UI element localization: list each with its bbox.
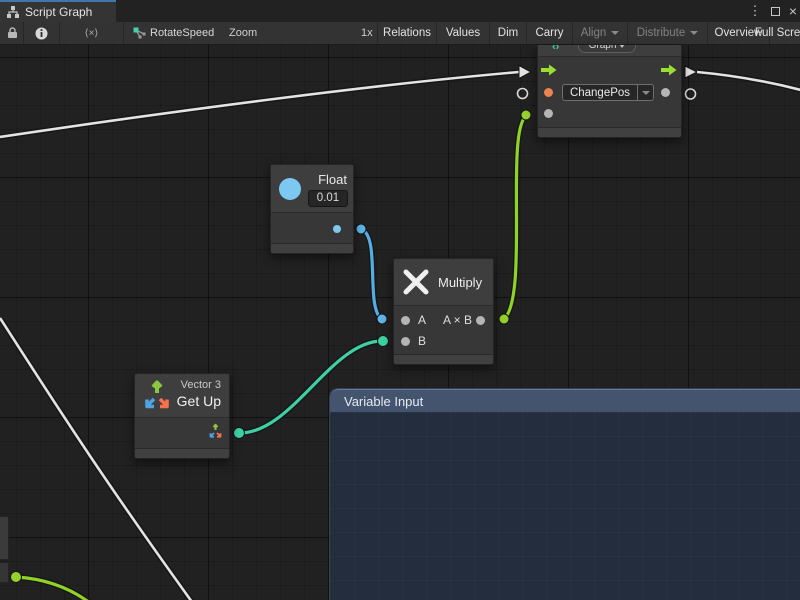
code-preview-icon[interactable]: ⟨×⟩ [60,22,123,44]
port-b[interactable] [401,337,410,346]
graph-breadcrumb-icon [130,22,148,44]
toolbar-button-distribute[interactable]: Distribute [627,22,707,44]
control-output-arrow[interactable] [661,64,677,76]
window-maximize-icon[interactable] [767,0,783,22]
port-a[interactable] [401,316,410,325]
port-a-label: A [418,313,426,327]
node-footer [538,127,681,137]
node-title: Get Up [177,393,221,409]
variable-input-panel[interactable]: Variable Input [330,389,800,600]
node-title: Float [318,172,347,187]
float-value-field[interactable]: 0.01 [308,190,348,207]
zoom-label: Zoom [229,22,257,44]
node-footer [394,354,493,364]
variable-kind-dropdown[interactable]: Graph [578,45,636,53]
toolbar-button-dim[interactable]: Dim [489,22,526,44]
value-output-port[interactable] [661,88,670,97]
port-result[interactable] [476,316,485,325]
window-menu-icon[interactable]: ⋮ [747,0,763,22]
graph-breadcrumb-label[interactable]: RotateSpeed [150,22,214,44]
control-input-arrow[interactable] [541,64,557,76]
graph-toolbar: ⟨×⟩ RotateSpeed Zoom 1x Relations Values… [0,22,800,45]
float-output-port[interactable] [333,225,341,233]
unity-visual-scripting-window: Script Graph ⋮ × ⟨×⟩ [0,0,800,600]
node-float-literal[interactable]: Float 0.01 [270,164,354,254]
value-input-port[interactable] [544,109,553,118]
panel-title: Variable Input [344,394,423,409]
script-graph-icon [6,5,20,19]
node-footer [135,448,229,458]
tab-bar: Script Graph ⋮ × [0,0,800,22]
chevron-down-icon [611,31,619,35]
chevron-down-icon [619,45,625,48]
node-footer [271,243,353,253]
toolbar-button-values[interactable]: Values [436,22,489,44]
node-set-variable[interactable]: ‹› Graph ChangePos [537,45,682,138]
toolbar-button-fullscreen[interactable]: Full Screen [769,22,800,44]
vector3-output-port[interactable] [207,423,224,440]
variable-kind-icon: ‹› [552,45,559,53]
node-multiply[interactable]: Multiply A A × B B [393,258,494,365]
toolbar-button-carry[interactable]: Carry [526,22,572,44]
variable-input-panel-body[interactable] [330,412,800,600]
lock-icon[interactable] [2,22,22,44]
variable-input-panel-header[interactable]: Variable Input [330,389,800,412]
window-close-icon[interactable]: × [785,0,800,22]
multiply-icon [402,268,430,296]
chevron-down-icon [642,91,650,95]
variable-name-dropdown[interactable]: ChangePos [562,84,654,101]
port-b-label: B [418,334,426,348]
node-vector3-get-up[interactable]: Vector 3 Get Up [134,373,230,459]
toolbar-button-relations[interactable]: Relations [377,22,436,44]
zoom-value: 1x [361,22,373,44]
chevron-down-icon [690,31,698,35]
variable-name-port[interactable] [544,88,553,97]
port-result-label: A × B [443,313,472,327]
tab-title: Script Graph [25,5,92,19]
node-title: Multiply [438,275,482,290]
float-type-icon [279,178,301,200]
vector3-icon [141,379,173,413]
toolbar-button-align[interactable]: Align [572,22,627,44]
tab-script-graph[interactable]: Script Graph [0,0,116,22]
info-icon[interactable] [24,22,59,44]
clipped-node-edge[interactable] [0,516,9,560]
node-type-label: Vector 3 [181,379,221,391]
clipped-node-edge[interactable] [0,562,9,583]
